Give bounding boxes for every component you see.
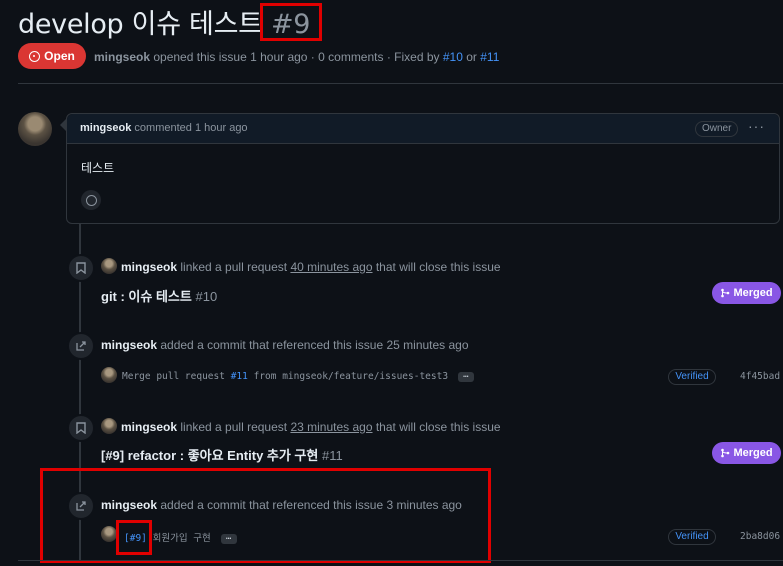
commit-author-avatar[interactable] xyxy=(101,367,117,383)
event-author-link[interactable]: mingseok xyxy=(101,338,157,352)
verified-badge[interactable]: Verified xyxy=(668,529,716,545)
add-reaction-button[interactable] xyxy=(81,190,101,210)
merge-icon xyxy=(721,288,730,298)
linked-pr-title[interactable]: git : 이슈 테스트 #10 xyxy=(101,286,217,305)
pr-number: #10 xyxy=(195,289,218,304)
commit-sha-link[interactable]: 4f45bad xyxy=(740,371,780,382)
divider xyxy=(18,560,783,561)
event-time-link[interactable]: 23 minutes ago xyxy=(290,420,372,434)
issue-title-text: develop 이슈 테스트 xyxy=(18,9,263,40)
issue-author-link[interactable]: mingseok xyxy=(94,50,150,64)
or-text: or xyxy=(466,50,477,64)
commit-sha-link[interactable]: 2ba8d06 xyxy=(740,531,780,542)
comment-options-icon[interactable]: ··· xyxy=(748,118,765,134)
merge-icon xyxy=(721,448,730,458)
pr-title-text[interactable]: [#9] refactor : 좋아요 Entity 추가 구현 xyxy=(101,448,318,463)
pr-title-text[interactable]: git : 이슈 테스트 xyxy=(101,289,192,304)
commit-message-suffix[interactable]: from mingseok/feature/issues-test3 xyxy=(254,371,448,382)
bookmark-icon xyxy=(67,414,95,442)
event-author-link[interactable]: mingseok xyxy=(121,420,177,434)
event-text: linked a pull request xyxy=(180,420,288,434)
issue-state-badge: Open xyxy=(18,43,86,69)
event-time-link[interactable]: 40 minutes ago xyxy=(290,260,372,274)
comment-byline: mingseok commented 1 hour ago xyxy=(80,122,248,134)
event-text-after: that will close this issue xyxy=(375,260,501,274)
comment-author-avatar[interactable] xyxy=(18,112,52,146)
issue-meta-text: opened this issue 1 hour ago · 0 comment… xyxy=(153,50,440,64)
expand-commit-button[interactable]: … xyxy=(457,370,474,382)
comment-body: 테스트 xyxy=(81,161,115,175)
owner-badge: Owner xyxy=(695,121,739,137)
event-author-avatar[interactable] xyxy=(101,258,117,274)
event-linked-pr-2: mingseok linked a pull request 23 minute… xyxy=(121,420,501,434)
linked-pr-title[interactable]: [#9] refactor : 좋아요 Entity 추가 구현 #11 xyxy=(101,445,343,464)
issue-meta: mingseok opened this issue 1 hour ago · … xyxy=(94,50,499,64)
merged-badge: Merged xyxy=(712,442,781,464)
event-text: added a commit that referenced this issu… xyxy=(160,338,469,352)
cross-reference-icon xyxy=(67,332,95,360)
event-text: linked a pull request xyxy=(180,260,288,274)
event-linked-pr-1: mingseok linked a pull request 40 minute… xyxy=(121,260,501,274)
comment-author-link[interactable]: mingseok xyxy=(80,122,131,134)
merged-label: Merged xyxy=(733,287,773,299)
commit-message[interactable]: Merge pull request #11 from mingseok/fea… xyxy=(122,370,474,382)
issue-state-label: Open xyxy=(44,49,75,63)
issue-open-icon xyxy=(29,50,41,62)
pr-number: #11 xyxy=(321,448,343,463)
bookmark-icon xyxy=(67,254,95,282)
verified-badge[interactable]: Verified xyxy=(668,369,716,385)
fixed-by-pr-11-link[interactable]: #11 xyxy=(480,50,499,64)
event-text-after: that will close this issue xyxy=(375,420,501,434)
issue-comment: mingseok commented 1 hour ago Owner ··· … xyxy=(66,113,780,224)
commit-pr-ref-link[interactable]: #11 xyxy=(231,371,248,382)
event-author-avatar[interactable] xyxy=(101,418,117,434)
merged-badge: Merged xyxy=(712,282,781,304)
comment-header: mingseok commented 1 hour ago Owner ··· xyxy=(67,114,779,144)
event-author-link[interactable]: mingseok xyxy=(121,260,177,274)
highlight-box-issue-number xyxy=(260,3,322,41)
event-commit-ref-1: mingseok added a commit that referenced … xyxy=(101,338,469,352)
fixed-by-pr-10-link[interactable]: #10 xyxy=(443,50,463,64)
merged-label: Merged xyxy=(733,447,773,459)
smiley-icon xyxy=(85,194,97,206)
divider xyxy=(18,83,783,84)
comment-action[interactable]: commented 1 hour ago xyxy=(134,122,247,134)
highlight-box-commit-ref xyxy=(116,520,152,555)
highlight-box-commit-event xyxy=(40,468,491,563)
commit-message-prefix[interactable]: Merge pull request xyxy=(122,371,225,382)
